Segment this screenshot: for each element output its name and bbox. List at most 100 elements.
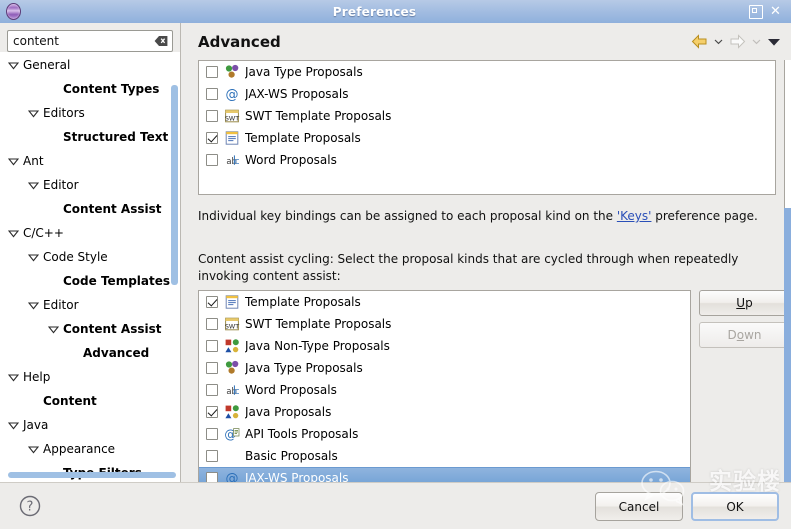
sidebar-item-content-assist[interactable]: Content Assist <box>0 317 180 341</box>
list-item-label: API Tools Proposals <box>245 427 359 441</box>
list-item[interactable]: ab c Word Proposals <box>199 149 775 171</box>
expand-triangle-icon[interactable] <box>26 173 40 197</box>
expand-triangle-icon[interactable] <box>6 53 20 77</box>
content-vertical-scrollbar[interactable] <box>784 60 791 482</box>
sidebar-item-label: Help <box>23 370 51 384</box>
list-item[interactable]: Basic Proposals <box>199 445 690 467</box>
help-question-icon[interactable]: ? <box>18 494 42 518</box>
chevron-down-icon[interactable] <box>714 38 723 45</box>
page-nav-toolbar <box>691 23 781 60</box>
keys-link[interactable]: 'Keys' <box>617 209 652 223</box>
svg-text:SWT: SWT <box>225 322 239 330</box>
list-item[interactable]: Java Type Proposals <box>199 357 690 379</box>
expand-triangle-icon[interactable] <box>26 101 40 125</box>
preferences-tree[interactable]: General Content Types Editors Structured Te… <box>0 53 180 482</box>
up-button-mnemonic: U <box>736 296 746 310</box>
cycling-proposal-list[interactable]: Template Proposals SWT SWT Template Propos… <box>198 290 691 488</box>
list-item-label: Java Non-Type Proposals <box>245 339 390 353</box>
svg-text:@: @ <box>226 88 239 102</box>
word-abc-icon: ab c <box>224 382 240 398</box>
sidebar-item-label: Code Style <box>43 250 108 264</box>
proposal-kinds-list[interactable]: Java Type Proposals @ JAX-WS Proposals SWT S… <box>198 60 776 195</box>
expand-triangle-icon[interactable] <box>46 317 60 341</box>
search-input[interactable] <box>8 31 172 51</box>
up-button-rest: p <box>745 296 753 310</box>
checkbox[interactable] <box>206 340 218 352</box>
checkbox[interactable] <box>206 66 218 78</box>
preferences-dialog: Preferences ✕ General Content Types Editor… <box>0 0 791 529</box>
sidebar-item-code-style[interactable]: Code Style <box>0 245 180 269</box>
sidebar-item-c-c[interactable]: C/C++ <box>0 221 180 245</box>
sidebar-item-content-types[interactable]: Content Types <box>0 77 180 101</box>
sidebar-item-label: C/C++ <box>23 226 64 240</box>
sidebar-item-content[interactable]: Content <box>0 389 180 413</box>
sidebar-item-advanced[interactable]: Advanced <box>0 341 180 365</box>
maximize-icon[interactable] <box>749 4 763 19</box>
expand-triangle-icon[interactable] <box>26 437 40 461</box>
expand-triangle-icon[interactable] <box>26 245 40 269</box>
sidebar-horizontal-scrollbar[interactable] <box>8 472 176 478</box>
checkbox[interactable] <box>206 318 218 330</box>
checkbox[interactable] <box>206 132 218 144</box>
word-abc-icon: ab c <box>224 152 240 168</box>
sidebar-item-ant[interactable]: Ant <box>0 149 180 173</box>
list-item[interactable]: Java Type Proposals <box>199 61 775 83</box>
list-item[interactable]: Java Proposals <box>199 401 690 423</box>
checkbox[interactable] <box>206 428 218 440</box>
up-button[interactable]: Up <box>699 290 790 316</box>
view-menu-icon[interactable] <box>767 37 781 47</box>
checkbox[interactable] <box>206 88 218 100</box>
list-item-label: Java Type Proposals <box>245 65 363 79</box>
sidebar-item-appearance[interactable]: Appearance <box>0 437 180 461</box>
search-box[interactable] <box>7 30 173 52</box>
checkbox[interactable] <box>206 450 218 462</box>
cycling-line-1: Content assist cycling: Select the propo… <box>198 252 739 266</box>
sidebar-item-help[interactable]: Help <box>0 365 180 389</box>
expand-triangle-icon[interactable] <box>26 293 40 317</box>
checkbox[interactable] <box>206 362 218 374</box>
back-arrow-icon[interactable] <box>691 34 708 49</box>
key-bindings-note: Individual key bindings can be assigned … <box>198 209 778 223</box>
checkbox[interactable] <box>206 406 218 418</box>
clear-icon[interactable] <box>154 36 168 47</box>
down-button[interactable]: Down <box>699 322 790 348</box>
sidebar-item-editors[interactable]: Editors <box>0 101 180 125</box>
sidebar-item-java[interactable]: Java <box>0 413 180 437</box>
list-item[interactable]: @ JAX-WS Proposals <box>199 83 775 105</box>
checkbox[interactable] <box>206 154 218 166</box>
checkbox[interactable] <box>206 296 218 308</box>
checkbox[interactable] <box>206 384 218 396</box>
list-item[interactable]: Java Non-Type Proposals <box>199 335 690 357</box>
sidebar-item-code-templates[interactable]: Code Templates <box>0 269 180 293</box>
sidebar-item-structured-text[interactable]: Structured Text <box>0 125 180 149</box>
cycling-line-2: invoking content assist: <box>198 269 341 283</box>
list-item-label: Word Proposals <box>245 153 337 167</box>
list-item[interactable]: SWT SWT Template Proposals <box>199 105 775 127</box>
expand-triangle-icon[interactable] <box>6 365 20 389</box>
sidebar-vertical-scrollbar[interactable] <box>171 85 178 285</box>
swt-template-icon: SWT <box>224 316 240 332</box>
list-item-label: Template Proposals <box>245 131 361 145</box>
no-icon <box>224 448 240 464</box>
ok-button[interactable]: OK <box>691 492 779 521</box>
checkbox[interactable] <box>206 110 218 122</box>
down-button-rest: wn <box>744 328 762 342</box>
list-item[interactable]: Template Proposals <box>199 291 690 313</box>
sidebar-item-content-assist[interactable]: Content Assist <box>0 197 180 221</box>
expand-triangle-icon[interactable] <box>6 149 20 173</box>
template-icon <box>224 294 240 310</box>
sidebar-item-general[interactable]: General <box>0 53 180 77</box>
list-item[interactable]: ab c Word Proposals <box>199 379 690 401</box>
expand-triangle-icon[interactable] <box>6 413 20 437</box>
list-item[interactable]: Template Proposals <box>199 127 775 149</box>
sidebar-item-editor[interactable]: Editor <box>0 293 180 317</box>
list-item[interactable]: SWT SWT Template Proposals <box>199 313 690 335</box>
list-item[interactable]: @ API Tools Proposals <box>199 423 690 445</box>
sidebar-item-label: Structured Text <box>63 130 169 144</box>
cancel-button[interactable]: Cancel <box>595 492 683 521</box>
close-icon[interactable]: ✕ <box>770 5 782 18</box>
sidebar-item-editor[interactable]: Editor <box>0 173 180 197</box>
expand-triangle-icon[interactable] <box>6 221 20 245</box>
page-header: Advanced <box>181 23 791 60</box>
